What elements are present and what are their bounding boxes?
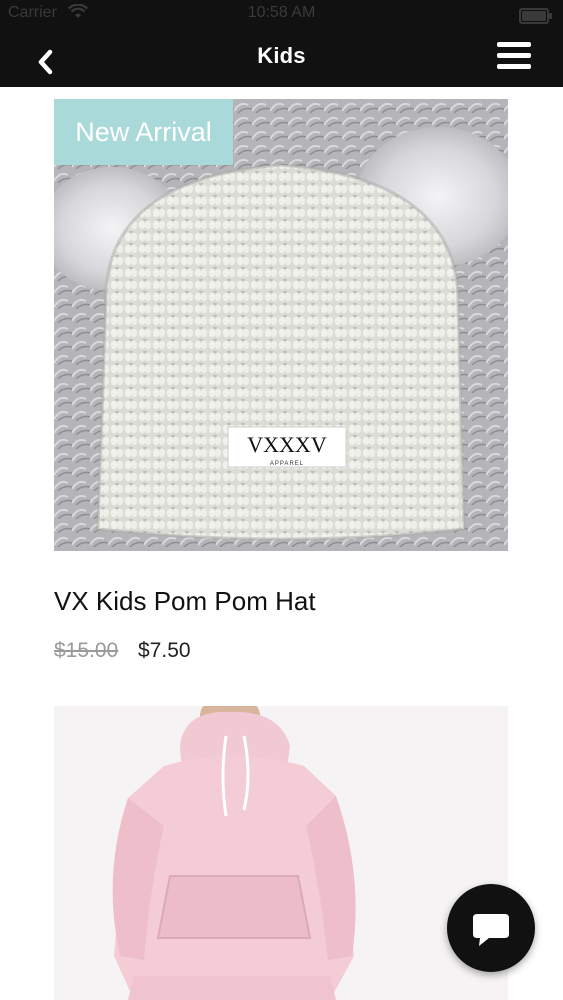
- page-title: Kids: [257, 43, 306, 68]
- battery-icon: [519, 8, 552, 24]
- product-image-pom-pom-hat[interactable]: VXXXV APPAREL: [54, 99, 508, 551]
- product-price-sale: $7.50: [138, 639, 191, 662]
- product-image-pink-hoodie[interactable]: [54, 706, 508, 1000]
- menu-button[interactable]: [497, 42, 533, 72]
- chat-button[interactable]: [447, 884, 535, 972]
- hat-label-sub: APPAREL: [270, 461, 304, 467]
- app-header: Carrier 10:58 AM Kids: [0, 0, 563, 87]
- hamburger-menu-icon: [497, 42, 531, 47]
- product-name[interactable]: VX Kids Pom Pom Hat: [54, 586, 316, 617]
- hat-label-brand: VXXXV: [247, 432, 327, 457]
- product-price-original: $15.00: [54, 639, 119, 662]
- status-time: 10:58 AM: [247, 4, 316, 21]
- status-bar: Carrier 10:58 AM: [0, 0, 563, 30]
- new-arrival-badge: New Arrival: [54, 99, 233, 165]
- chat-bubble-icon: [473, 914, 509, 946]
